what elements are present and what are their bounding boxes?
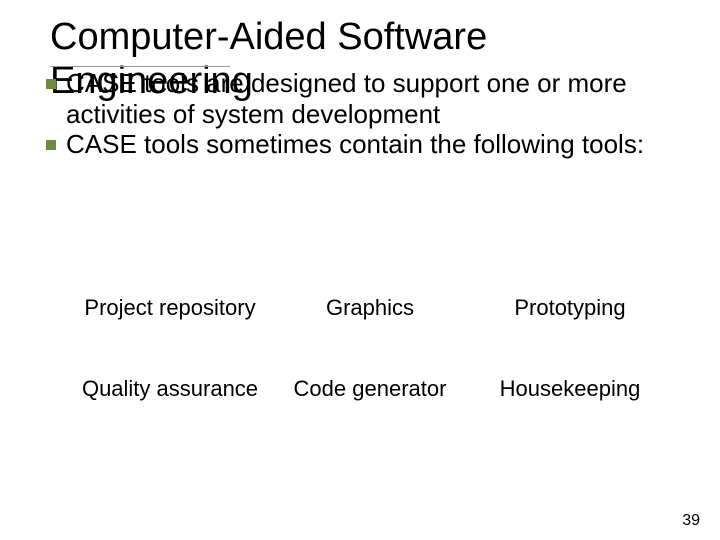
page-number: 39 bbox=[682, 512, 700, 530]
tool-label: Quality assurance bbox=[82, 376, 258, 401]
bullet-item: CASE tools are designed to support one o… bbox=[46, 68, 680, 129]
tools-grid: Project repository Graphics Prototyping … bbox=[80, 295, 660, 403]
bullet-icon bbox=[46, 79, 56, 89]
tool-cell: Quality assurance bbox=[80, 376, 260, 402]
tool-label: Code generator bbox=[294, 376, 447, 401]
tool-label: Project repository bbox=[84, 295, 255, 320]
tool-label: Housekeeping bbox=[500, 376, 641, 401]
bullet-icon bbox=[46, 140, 56, 150]
title-underline bbox=[50, 66, 230, 67]
title-line-1: Computer-Aided Software bbox=[50, 16, 487, 60]
slide: Computer-Aided Software Engineering CASE… bbox=[0, 0, 720, 540]
tool-cell: Prototyping bbox=[480, 295, 660, 321]
tool-cell: Housekeeping bbox=[480, 376, 660, 402]
tool-cell: Project repository bbox=[80, 295, 260, 321]
bullet-text: CASE tools are designed to support one o… bbox=[66, 68, 680, 129]
body-text: CASE tools are designed to support one o… bbox=[46, 68, 680, 160]
tool-label: Prototyping bbox=[514, 295, 625, 320]
tool-cell: Graphics bbox=[280, 295, 460, 321]
bullet-item: CASE tools sometimes contain the followi… bbox=[46, 129, 680, 160]
bullet-text: CASE tools sometimes contain the followi… bbox=[66, 129, 680, 160]
tool-cell: Code generator bbox=[280, 376, 460, 402]
tool-label: Graphics bbox=[326, 295, 414, 320]
